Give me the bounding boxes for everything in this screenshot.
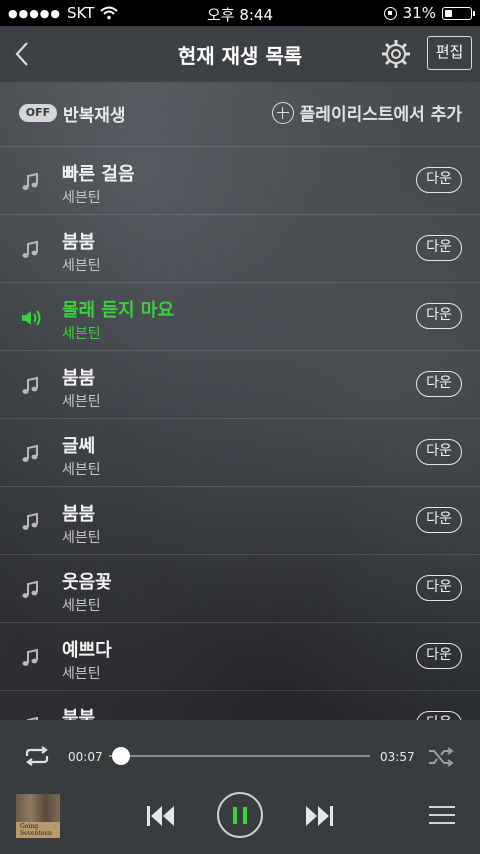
download-button[interactable]: 다운 [416,303,462,329]
skip-next-icon[interactable] [303,802,335,830]
battery-fill [445,9,453,17]
song-artist: 세븐틴 [62,598,101,614]
song-title: 붐붐 [62,504,96,525]
song-title: 웃음꽃 [62,572,112,593]
player-bar: 00:07 03:57 Going Seventeen [0,720,480,854]
playlist-row[interactable]: 몰래 듣지 마요세븐틴 다운 [0,282,480,350]
edit-button[interactable]: 편집 [427,36,472,70]
add-from-playlist-label: 플레이리스트에서 추가 [299,105,462,125]
song-title: 빠른 걸음 [62,164,135,185]
toolbar: OFF 반복재생 플레이리스트에서 추가 [0,82,480,144]
total-time: 03:57 [380,750,415,764]
song-title: 예쁘다 [62,640,112,661]
song-title: 붐붐 [62,232,96,253]
repeat-label[interactable]: 반복재생 [63,101,126,126]
add-from-playlist-button[interactable]: 플레이리스트에서 추가 [271,100,462,125]
song-artist: 세븐틴 [62,666,101,682]
rotation-lock-icon [383,6,397,20]
song-title: 몰래 듣지 마요 [62,300,174,321]
music-note-icon [20,375,42,397]
battery-percent: 31% [402,4,436,22]
header: 현재 재생 목록 편집 [0,26,480,82]
song-artist: 세븐틴 [62,190,101,206]
download-button[interactable]: 다운 [416,371,462,397]
progress-handle[interactable] [111,747,130,765]
album-art-text: Going Seventeen [20,823,52,837]
skip-previous-icon[interactable] [145,802,177,830]
download-button[interactable]: 다운 [416,235,462,261]
song-artist: 세븐틴 [62,258,101,274]
pause-button[interactable] [217,792,263,838]
pause-icon [233,807,237,824]
playlist: 빠른 걸음 세븐틴 다운 붐붐 세븐틴 다운 몰래 듣지 마요 세븐틴 다운 붐붐 세븐틴 다운 글쎄 세… [0,146,480,720]
song-artist: 세븐틴 [62,530,101,546]
repeat-toggle[interactable]: OFF [19,104,57,122]
playlist-row[interactable]: 붐붐세븐틴 다운 [0,214,480,282]
download-button[interactable]: 다운 [416,575,462,601]
download-button[interactable]: 다운 [416,439,462,465]
playlist-row[interactable]: 글쎄세븐틴 다운 [0,418,480,486]
repeat-icon[interactable] [23,745,51,767]
pause-icon-bar [243,807,247,824]
progress-bar[interactable] [109,747,370,765]
album-photo [16,794,60,822]
music-note-icon [20,239,42,261]
battery-icon [442,6,475,20]
status-bar: ●●●●● SKT 오후 8:44 31% [0,0,480,26]
music-note-icon [20,511,42,533]
playlist-row[interactable]: 예쁘다세븐틴 다운 [0,622,480,690]
song-artist: 세븐틴 [62,326,101,342]
song-artist: 세븐틴 [62,462,101,478]
playlist-row[interactable]: 빠른 걸음세븐틴 다운 [0,146,480,214]
music-note-icon [20,171,42,193]
current-time: 00:07 [68,750,103,764]
song-artist: 세븐틴 [62,394,101,410]
download-button[interactable]: 다운 [416,167,462,193]
music-note-icon [20,647,42,669]
menu-icon[interactable] [429,804,455,826]
plus-circle-icon [271,101,294,124]
playlist-row[interactable]: 붐붐세븐틴다운 [0,690,480,720]
music-note-icon [20,443,42,465]
song-title: 붐붐 [62,708,96,720]
song-title: 글쎄 [62,436,96,457]
download-button[interactable]: 다운 [416,643,462,669]
album-art[interactable]: Going Seventeen [16,794,60,838]
gear-icon[interactable] [380,38,412,70]
download-button[interactable]: 다운 [416,711,462,720]
playlist-row[interactable]: 웃음꽃세븐틴 다운 [0,554,480,622]
speaker-icon [20,307,42,329]
playlist-row[interactable]: 붐붐세븐틴 다운 [0,350,480,418]
playlist-row[interactable]: 붐붐세븐틴 다운 [0,486,480,554]
shuffle-icon[interactable] [427,746,455,768]
music-note-icon [20,579,42,601]
download-button[interactable]: 다운 [416,507,462,533]
song-title: 붐붐 [62,368,96,389]
